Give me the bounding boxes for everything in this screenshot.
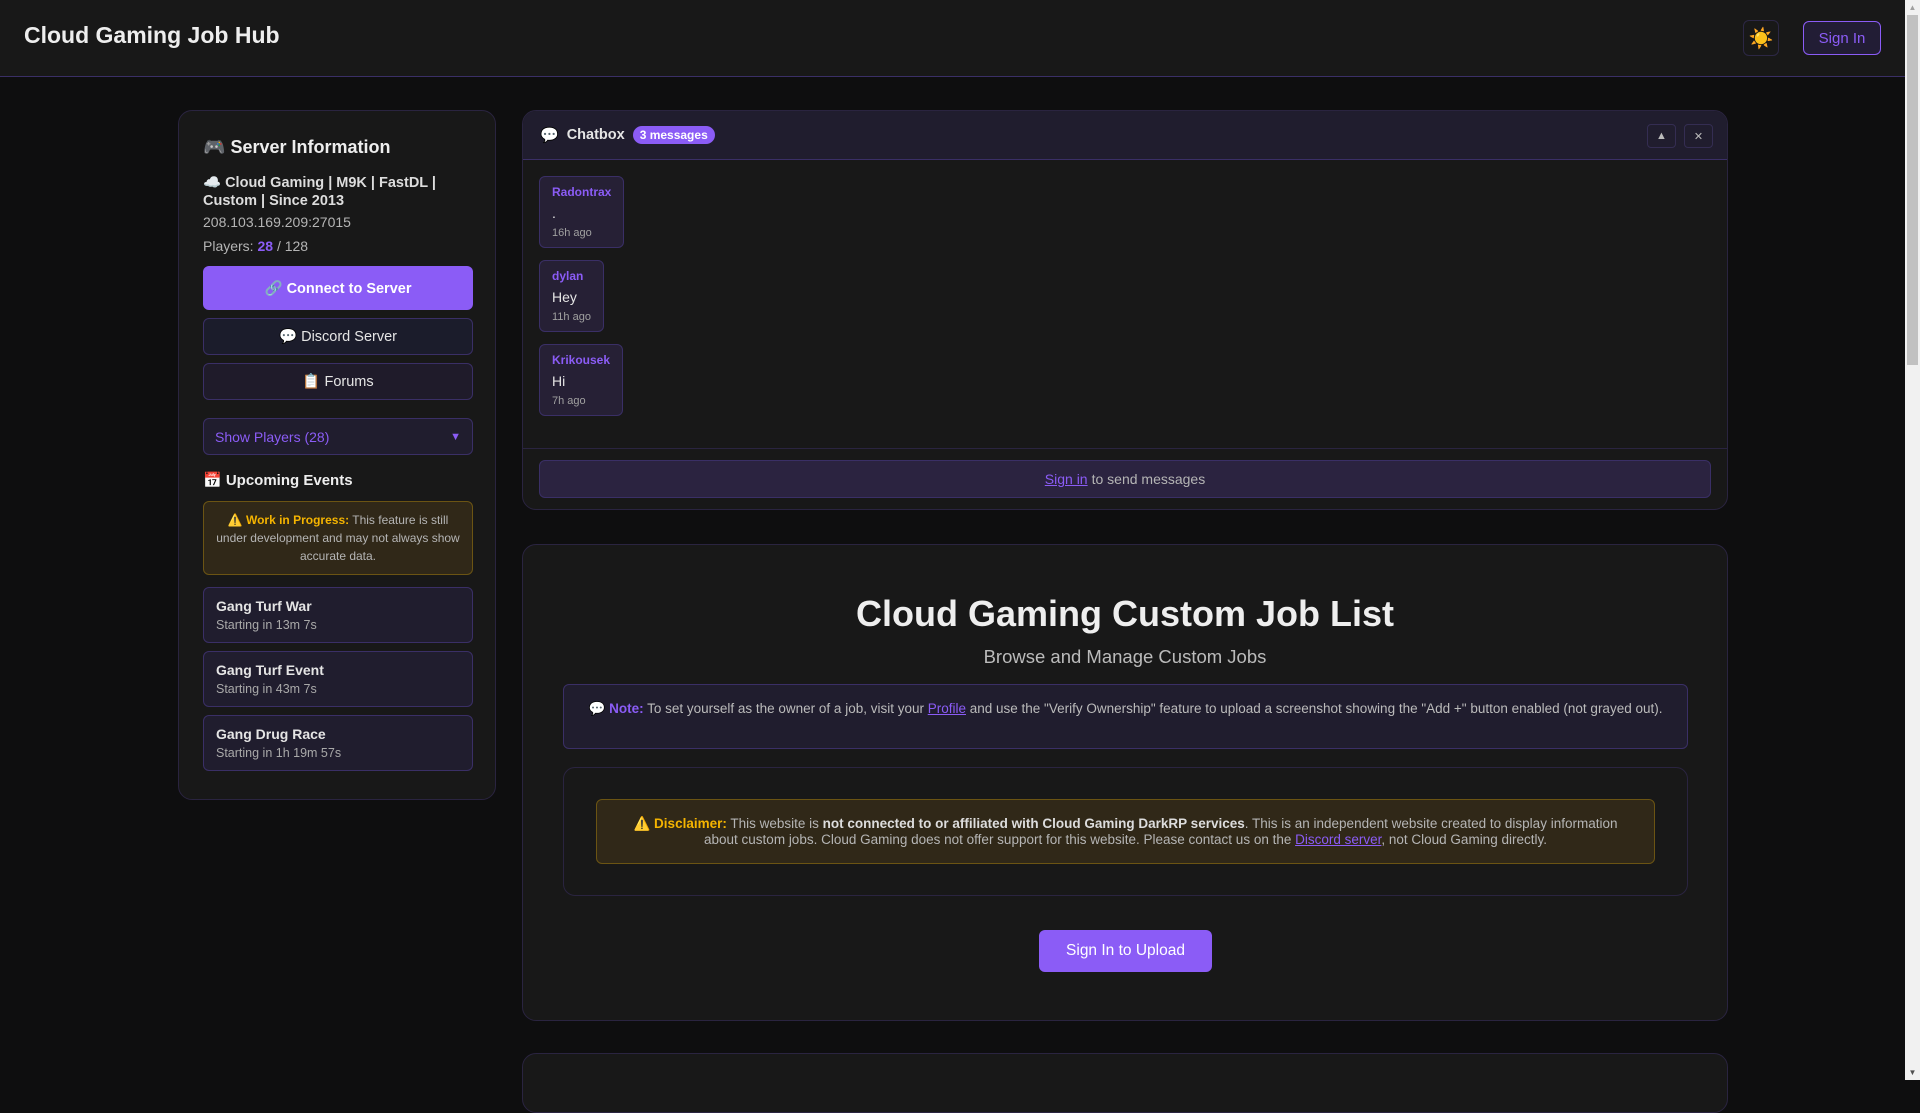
- event-item[interactable]: Gang Turf Event Starting in 43m 7s: [203, 651, 473, 707]
- disclaimer-box: ⚠️ Disclaimer: This website is not conne…: [596, 799, 1655, 864]
- note-label: 💬 Note:: [588, 701, 644, 716]
- chat-bubble-icon: 💬: [540, 127, 559, 144]
- note-text: To set yourself as the owner of a job, v…: [643, 701, 928, 716]
- players-label: Players:: [203, 238, 254, 254]
- sign-in-button[interactable]: Sign In: [1803, 21, 1881, 55]
- chat-sign-in-link[interactable]: Sign in: [1045, 471, 1088, 487]
- message-text: Hey: [552, 289, 577, 305]
- server-info-panel: 🎮 Server Information ☁️ Cloud Gaming | M…: [178, 110, 496, 800]
- close-icon: ✕: [1693, 130, 1704, 143]
- server-info-heading: 🎮 Server Information: [203, 137, 471, 158]
- sun-icon: ☀️: [1748, 27, 1774, 50]
- message-text: .: [552, 205, 556, 221]
- message-author[interactable]: Radontrax: [552, 185, 611, 199]
- message-text: Hi: [552, 373, 566, 389]
- gamepad-icon: 🎮: [203, 137, 226, 157]
- upcoming-events-heading: 📅 Upcoming Events: [203, 472, 353, 489]
- players-current: 28: [257, 238, 274, 254]
- event-time: Starting in 13m 7s: [216, 618, 317, 632]
- theme-toggle-button[interactable]: ☀️: [1743, 20, 1779, 56]
- players-separator: /: [276, 238, 281, 254]
- chat-footer: Sign in to send messages: [523, 448, 1727, 509]
- scroll-down-icon[interactable]: ▼: [1905, 1065, 1920, 1080]
- message-list: Radontrax. 16h ago dylan Hey 11h ago Krikouse…: [523, 160, 1727, 428]
- disclaimer-strong: not connected to or affiliated with Clou…: [822, 816, 1245, 831]
- players-max: 128: [284, 238, 309, 254]
- event-time: Starting in 1h 19m 57s: [216, 746, 342, 760]
- message-row: Radontrax. 16h ago: [539, 176, 1711, 260]
- chatbox-header: 💬 Chatbox 3 messages ▲ ✕: [523, 111, 1727, 160]
- chat-message: Krikousek Hi 7h ago: [539, 344, 624, 416]
- event-item[interactable]: Gang Drug Race Starting in 1h 19m 57s: [203, 715, 473, 771]
- message-time: 7h ago: [552, 395, 586, 407]
- caret-up-icon: ▲: [1656, 130, 1667, 142]
- connect-server-button[interactable]: 🔗 Connect to Server: [203, 266, 473, 310]
- close-chat-button[interactable]: ✕: [1684, 124, 1713, 148]
- discord-link[interactable]: Discord server: [1295, 832, 1381, 847]
- disclaimer-text: This website is: [726, 816, 823, 831]
- top-header: Cloud Gaming Job Hub ☀️ Sign In: [0, 0, 1905, 77]
- scroll-up-icon[interactable]: ▲: [1905, 0, 1920, 15]
- ownership-note: 💬 Note: To set yourself as the owner of …: [563, 684, 1688, 749]
- event-name: Gang Drug Race: [216, 726, 326, 742]
- wip-warning: ⚠️ Work in Progress: This feature is sti…: [203, 501, 473, 575]
- sign-in-prompt: Sign in to send messages: [539, 460, 1711, 498]
- disclaimer-container: ⚠️ Disclaimer: This website is not conne…: [563, 767, 1688, 896]
- forums-button[interactable]: 📋 Forums: [203, 363, 473, 400]
- chatbox: 💬 Chatbox 3 messages ▲ ✕ Radontrax. 16h a…: [522, 110, 1728, 510]
- collapse-chat-button[interactable]: ▲: [1647, 124, 1676, 148]
- event-time: Starting in 43m 7s: [216, 682, 317, 696]
- chatbox-title: Chatbox: [566, 127, 625, 143]
- message-count-badge: 3 messages: [632, 126, 715, 144]
- page-title: Cloud Gaming Custom Job List: [856, 593, 1394, 634]
- profile-link[interactable]: Profile: [928, 701, 966, 716]
- sign-in-to-upload-button[interactable]: Sign In to Upload: [1039, 930, 1212, 972]
- server-info-title: Server Information: [230, 137, 391, 157]
- job-list-panel: Cloud Gaming Custom Job List Browse and …: [522, 544, 1728, 1021]
- message-author[interactable]: dylan: [552, 269, 591, 283]
- chat-message: dylan Hey 11h ago: [539, 260, 604, 332]
- event-item[interactable]: Gang Turf War Starting in 13m 7s: [203, 587, 473, 643]
- server-name: ☁️ Cloud Gaming | M9K | FastDL | Custom …: [203, 175, 436, 209]
- message-time: 11h ago: [552, 311, 591, 323]
- events-list: Gang Turf War Starting in 13m 7s Gang Turf…: [203, 587, 473, 771]
- site-title[interactable]: Cloud Gaming Job Hub: [24, 22, 280, 49]
- note-text-end: and use the "Verify Ownership" feature t…: [965, 701, 1663, 716]
- disclaimer-label: ⚠️ Disclaimer:: [633, 816, 727, 831]
- show-players-label: Show Players (28): [215, 428, 330, 445]
- wip-label: ⚠️ Work in Progress:: [227, 513, 350, 527]
- message-row: Krikousek Hi 7h ago: [539, 344, 1711, 428]
- player-count: Players: 28 / 128: [203, 238, 471, 254]
- show-players-dropdown[interactable]: Show Players (28) ▼: [203, 418, 473, 455]
- message-author[interactable]: Krikousek: [552, 353, 610, 367]
- page-subtitle: Browse and Manage Custom Jobs: [983, 646, 1267, 667]
- event-name: Gang Turf Event: [216, 662, 324, 678]
- disclaimer-text-end: , not Cloud Gaming directly.: [1381, 832, 1547, 847]
- discord-server-button[interactable]: 💬 Discord Server: [203, 318, 473, 355]
- event-name: Gang Turf War: [216, 598, 312, 614]
- chevron-down-icon: ▼: [450, 430, 461, 443]
- message-row: dylan Hey 11h ago: [539, 260, 1711, 344]
- next-panel: [522, 1053, 1728, 1113]
- scrollbar-thumb[interactable]: [1907, 15, 1918, 365]
- sign-in-prompt-text: to send messages: [1091, 471, 1206, 487]
- message-time: 16h ago: [552, 227, 592, 239]
- page-scrollbar[interactable]: ▲ ▼: [1905, 0, 1920, 1080]
- server-address: 208.103.169.209:27015: [203, 214, 351, 230]
- chat-message: Radontrax. 16h ago: [539, 176, 625, 248]
